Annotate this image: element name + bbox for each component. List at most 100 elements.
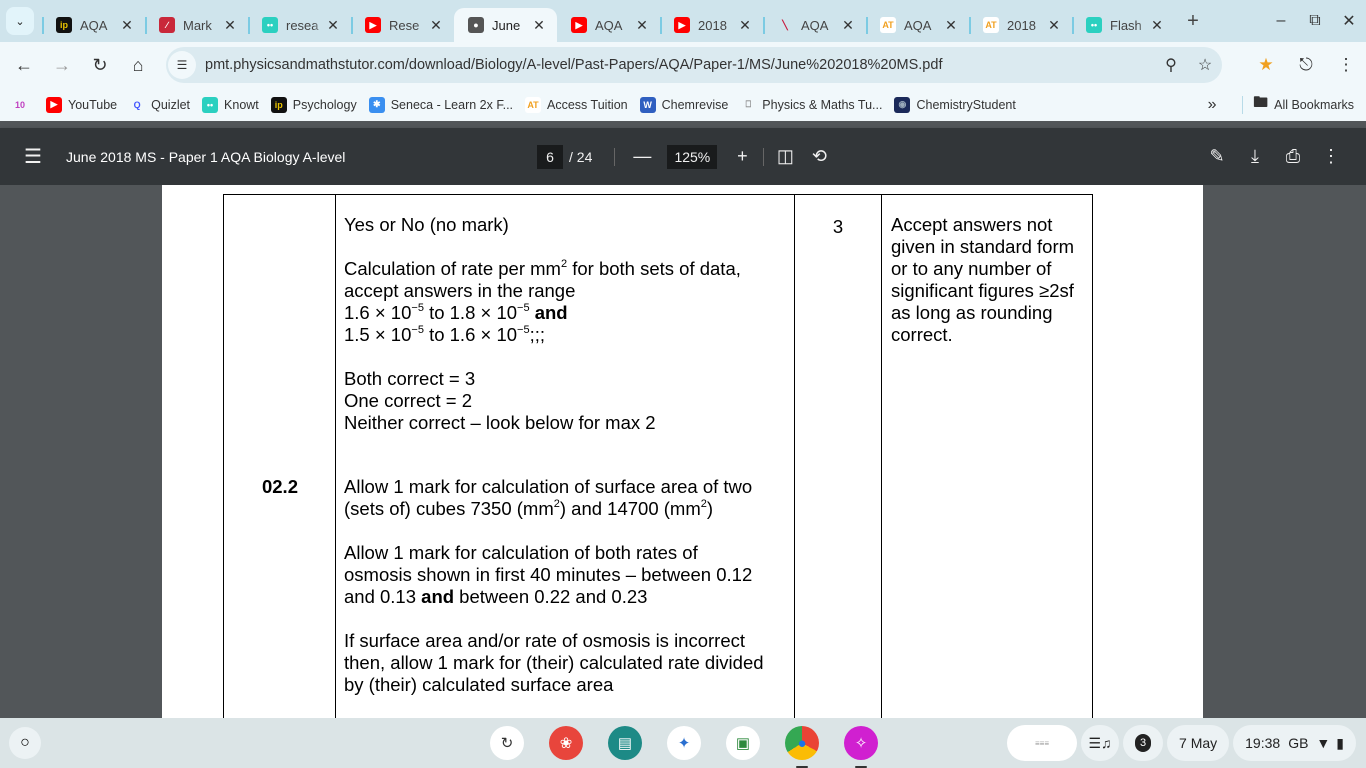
extensions-icon[interactable]: ⎋ — [1286, 55, 1326, 75]
pinned-apps: ↻ ❀ ▤ ✦ ▣ ● ✧ — [490, 718, 903, 768]
launcher-button[interactable]: ○ — [9, 727, 41, 759]
new-tab-button[interactable]: + — [1181, 10, 1205, 33]
back-button[interactable]: ← — [5, 55, 43, 76]
bookmark-item[interactable]: Q Quizlet — [129, 97, 190, 113]
tab-title: resea — [286, 17, 319, 33]
tab[interactable]: ip AQA ✕ — [42, 8, 145, 42]
close-tab-icon[interactable]: ✕ — [119, 17, 135, 34]
zoom-icon[interactable]: ⚲ — [1154, 55, 1188, 75]
holding-space-thumbnail[interactable]: ≡≡≡ — [1007, 725, 1078, 761]
bookmark-label: Access Tuition — [547, 97, 628, 112]
google-classroom-app[interactable]: ▣ — [726, 726, 760, 760]
date-button[interactable]: 7 May — [1167, 725, 1230, 761]
bookmark-item[interactable]: •• Knowt — [202, 96, 259, 113]
notifications-button[interactable]: 3 — [1123, 725, 1164, 761]
rotate-icon[interactable]: ⟲ — [802, 146, 836, 167]
tab[interactable]: •• Flash ✕ — [1072, 8, 1175, 42]
forward-button[interactable]: → — [43, 55, 81, 76]
canvas-app[interactable]: ❀ — [549, 726, 583, 760]
access-tuition-icon: AT — [525, 96, 542, 113]
zoom-level-input[interactable]: 125% — [667, 144, 718, 169]
bookmark-item[interactable]: AT Access Tuition — [525, 96, 628, 113]
classroom-cards-app[interactable]: ▤ — [608, 726, 642, 760]
close-tab-icon[interactable]: ✕ — [737, 17, 753, 34]
bookmark-item[interactable]: W Chemrevise — [639, 96, 728, 113]
tab[interactable]: •• resea ✕ — [248, 8, 351, 42]
tab-title: 2018 — [698, 17, 727, 33]
close-tab-icon[interactable]: ✕ — [428, 17, 444, 34]
all-bookmarks-button[interactable]: 🖿 All Bookmarks — [1253, 92, 1354, 117]
bookmark-item[interactable]: 10 — [12, 97, 34, 113]
quizlet-icon: Q — [133, 99, 141, 110]
tab[interactable]: ▶ 2018 ✕ — [660, 8, 763, 42]
chrome-app[interactable]: ● — [785, 726, 819, 768]
address-bar[interactable]: ☰ pmt.physicsandmathstutor.com/download/… — [166, 47, 1222, 83]
knowt-icon: •• — [202, 96, 219, 113]
answer-calculation: Calculation of rate per mm2 for both set… — [344, 258, 741, 345]
bookmark-label: Quizlet — [151, 97, 191, 112]
zoom-out-button[interactable]: — — [625, 146, 659, 167]
browser-toolbar: ← → ↻ ⌂ ☰ pmt.physicsandmathstutor.com/d… — [0, 42, 1366, 88]
url-text[interactable]: pmt.physicsandmathstutor.com/download/Bi… — [205, 57, 1154, 73]
close-tab-icon[interactable]: ✕ — [634, 17, 650, 34]
tab-title: Rese — [389, 17, 420, 33]
site-info-icon[interactable]: ☰ — [168, 51, 196, 79]
butterfly-app[interactable]: ✦ — [667, 726, 701, 760]
wordpress-icon: W — [639, 96, 656, 113]
cursive-app-icon: ↻ — [500, 735, 514, 752]
fit-to-page-icon[interactable]: ◫ — [768, 146, 802, 167]
close-tab-icon[interactable]: ✕ — [1046, 17, 1062, 34]
restore-button[interactable]: ⧉ — [1298, 12, 1332, 30]
close-tab-icon[interactable]: ✕ — [840, 17, 856, 34]
tab-title: AQA — [80, 17, 108, 33]
minimize-button[interactable]: – — [1264, 12, 1298, 30]
tab[interactable]: ▶ AQA ✕ — [557, 8, 660, 42]
bookmark-item[interactable]: ✱ Seneca - Learn 2x F... — [368, 96, 513, 113]
home-button[interactable]: ⌂ — [119, 55, 157, 76]
bookmark-item[interactable]: ◉ ChemistryStudent — [894, 96, 1016, 113]
ip-icon: ip — [56, 17, 72, 33]
scratch-extension-icon[interactable]: ★ — [1246, 55, 1286, 75]
ip-icon: ip — [270, 96, 287, 113]
zoom-in-button[interactable]: + — [725, 146, 759, 167]
close-tab-icon[interactable]: ✕ — [943, 17, 959, 34]
bookmark-item[interactable]: ⎕ Physics & Maths Tu... — [740, 97, 883, 113]
close-tab-icon[interactable]: ✕ — [222, 17, 238, 34]
media-controls-icon[interactable]: ☰♫ — [1081, 725, 1120, 761]
annotate-pen-icon[interactable]: ✎ — [1198, 146, 1236, 167]
pdf-viewer[interactable]: 02.2 Yes or No (no mark) Calculation of … — [0, 185, 1366, 718]
tab[interactable]: ▶ Rese ✕ — [351, 8, 454, 42]
menu-icon[interactable]: ☰ — [16, 144, 50, 169]
bookmark-star-icon[interactable]: ☆ — [1188, 55, 1222, 75]
chrome-menu-icon[interactable]: ⋮ — [1326, 55, 1366, 75]
tab[interactable]: AT AQA ✕ — [866, 8, 969, 42]
screen: ⌄ ip AQA ✕ ∕ Mark ✕ •• resea ✕ ▶ Rese ✕ ● June ✕ ▶ AQA ✕ ▶… — [0, 0, 1366, 768]
tab[interactable]: ∕ Mark ✕ — [145, 8, 248, 42]
system-tray-button[interactable]: 19:38 GB ▼ ▮ — [1233, 725, 1356, 761]
clock: 19:38 — [1245, 735, 1281, 751]
markbook-icon: ∕ — [159, 17, 175, 33]
celebration-icon: 10 — [14, 99, 25, 110]
page-number-input[interactable]: 6 — [537, 144, 563, 169]
bookmark-item[interactable]: ip Psychology — [270, 96, 357, 113]
tab[interactable]: ╲ AQA ✕ — [763, 8, 866, 42]
chemistrystudent-icon: ◉ — [894, 96, 911, 113]
close-tab-icon[interactable]: ✕ — [1149, 17, 1165, 34]
access-tuition-icon: AT — [983, 17, 999, 33]
download-icon[interactable]: ⤓ — [1236, 146, 1274, 167]
answer-osmosis-rates: Allow 1 mark for calculation of both rat… — [344, 542, 753, 607]
page-count: / 24 — [569, 148, 593, 165]
close-tab-icon[interactable]: ✕ — [531, 17, 547, 34]
close-window-button[interactable]: ✕ — [1332, 11, 1366, 31]
tab-search-button[interactable]: ⌄ — [6, 7, 34, 35]
more-options-icon[interactable]: ⋮ — [1312, 146, 1350, 167]
tab[interactable]: ● June ✕ — [454, 8, 557, 42]
cursive-app[interactable]: ↻ — [490, 726, 524, 760]
gallery-app[interactable]: ✧ — [844, 726, 878, 768]
print-icon[interactable]: ⎙ — [1274, 146, 1312, 167]
tab[interactable]: AT 2018 ✕ — [969, 8, 1072, 42]
more-bookmarks-button[interactable]: » — [1192, 96, 1232, 114]
close-tab-icon[interactable]: ✕ — [325, 17, 341, 34]
reload-button[interactable]: ↻ — [81, 55, 119, 76]
bookmark-item[interactable]: ▶ YouTube — [46, 96, 117, 113]
